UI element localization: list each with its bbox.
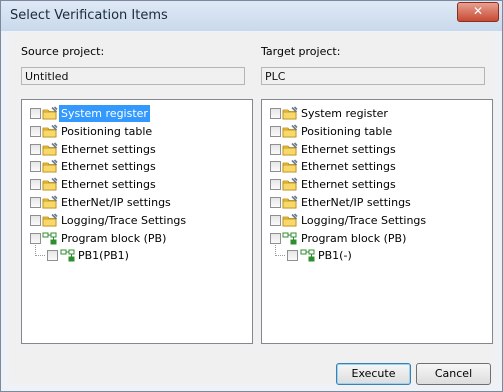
dialog-title: Select Verification Items [10,8,168,23]
item-label: EtherNet/IP settings [301,196,411,209]
tree-item[interactable]: Ethernet settings [22,158,250,175]
tree-item[interactable]: Ethernet settings [262,158,490,175]
close-button[interactable]: ✕ [457,2,499,22]
tree-item[interactable]: Program block (PB) [22,230,250,247]
item-label: Logging/Trace Settings [61,213,187,227]
item-checkbox[interactable] [270,232,281,244]
folder-wrench-icon [282,159,298,174]
close-icon: ✕ [472,4,484,18]
item-label: PB1(-) [318,249,352,263]
dialog-body: Source project: Target project: Untitled… [9,33,495,385]
item-label: Ethernet settings [61,178,156,192]
item-label: Ethernet settings [61,142,156,156]
item-label: Ethernet settings [301,142,396,156]
item-checkbox[interactable] [270,161,281,173]
tree-child-item[interactable]: PB1(PB1) [22,247,250,264]
folder-wrench-icon [42,106,58,121]
item-checkbox[interactable] [30,143,41,155]
folder-wrench-icon [42,142,58,157]
item-checkbox[interactable] [30,197,41,208]
folder-wrench-icon [282,195,298,210]
item-checkbox[interactable] [30,108,41,119]
folder-wrench-icon [42,159,58,174]
item-checkbox[interactable] [270,143,281,155]
item-checkbox[interactable] [270,125,281,137]
title-bar: Select Verification Items ✕ [1,1,502,31]
item-label: Positioning table [301,124,393,138]
tree-item[interactable]: Positioning table [262,123,490,140]
program-block-icon [60,248,76,263]
item-label: Program block (PB) [61,231,167,245]
item-checkbox[interactable] [30,179,41,191]
tree-item[interactable]: EtherNet/IP settings [262,194,490,211]
source-items-tree[interactable]: System register Positioning table Ethernet… [21,99,253,344]
target-project-name: PLC [261,67,485,85]
tree-item[interactable]: System register [22,105,250,122]
program-block-icon [42,231,58,246]
item-label: PB1(PB1) [78,249,129,263]
tree-item[interactable]: Positioning table [22,123,250,140]
program-block-icon [300,248,316,263]
folder-wrench-icon [282,106,298,121]
tree-item[interactable]: Ethernet settings [22,176,250,193]
item-label: Ethernet settings [61,160,156,174]
tree-item[interactable]: Ethernet settings [262,141,490,158]
program-block-icon [282,231,298,246]
tree-child-item[interactable]: PB1(-) [262,247,490,264]
item-label: Positioning table [61,124,153,138]
folder-wrench-icon [282,142,298,157]
folder-wrench-icon [282,124,298,139]
item-label: Ethernet settings [301,178,396,192]
item-label: EtherNet/IP settings [61,196,171,209]
execute-button[interactable]: Execute [336,363,411,385]
folder-wrench-icon [42,177,58,192]
folder-wrench-icon [42,124,58,139]
folder-wrench-icon [282,213,298,228]
item-checkbox[interactable] [270,214,281,226]
tree-item[interactable]: Program block (PB) [262,230,490,247]
item-checkbox[interactable] [270,197,281,208]
tree-item[interactable]: EtherNet/IP settings [22,194,250,211]
target-project-label: Target project: [261,45,341,58]
tree-item[interactable]: Ethernet settings [262,176,490,193]
source-project-label: Source project: [21,45,105,58]
item-checkbox[interactable] [287,250,298,262]
item-checkbox[interactable] [30,125,41,137]
target-items-tree[interactable]: System register Positioning table Ethernet… [261,99,493,344]
dialog-window: Select Verification Items ✕ Source proje… [0,0,503,392]
item-checkbox[interactable] [30,232,41,244]
item-checkbox[interactable] [30,214,41,226]
item-label: Logging/Trace Settings [301,213,427,227]
tree-item[interactable]: Logging/Trace Settings [22,212,250,229]
item-label: Program block (PB) [301,231,407,245]
item-checkbox[interactable] [270,179,281,191]
item-checkbox[interactable] [30,161,41,173]
folder-wrench-icon [42,213,58,228]
cancel-button[interactable]: Cancel [416,363,491,385]
item-checkbox[interactable] [270,108,281,119]
item-label: Ethernet settings [301,160,396,174]
tree-item[interactable]: Ethernet settings [22,141,250,158]
tree-item[interactable]: Logging/Trace Settings [262,212,490,229]
item-label: System register [301,107,388,120]
folder-wrench-icon [42,195,58,210]
item-checkbox[interactable] [47,250,58,262]
folder-wrench-icon [282,177,298,192]
item-label: System register [59,105,150,122]
source-project-name: Untitled [21,67,245,85]
tree-item[interactable]: System register [262,105,490,122]
